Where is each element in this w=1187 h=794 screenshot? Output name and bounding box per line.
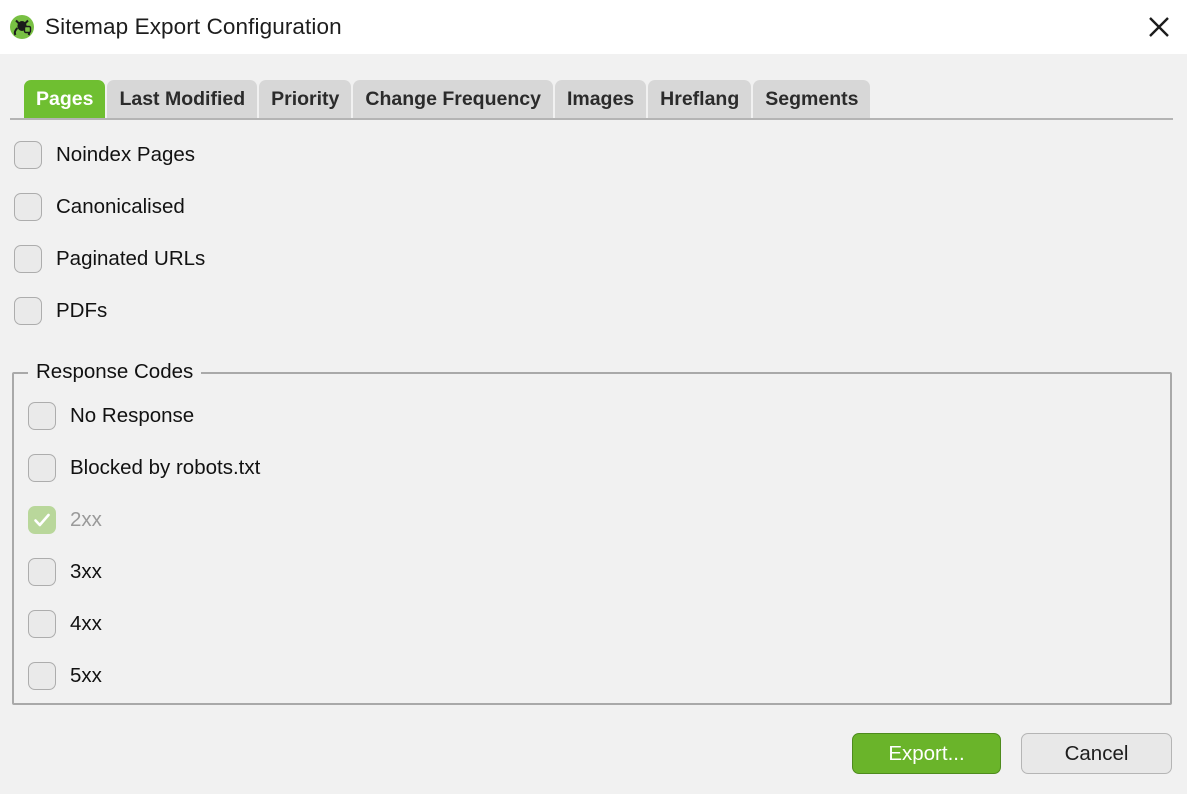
tab-change-frequency[interactable]: Change Frequency xyxy=(353,80,553,118)
tab-priority[interactable]: Priority xyxy=(259,80,352,118)
response-option-blocked-by-robots-txt-checkbox[interactable] xyxy=(28,454,56,482)
response-option-no-response-label: No Response xyxy=(70,404,195,427)
response-option-4xx-checkbox[interactable] xyxy=(28,610,56,638)
option-canonicalised[interactable]: Canonicalised xyxy=(14,193,185,221)
option-paginated-urls-label: Paginated URLs xyxy=(56,247,206,270)
response-option-4xx[interactable]: 4xx xyxy=(28,610,102,638)
tab-bar: Pages Last Modified Priority Change Frequen… xyxy=(10,78,1173,120)
tab-hreflang[interactable]: Hreflang xyxy=(648,80,752,118)
response-option-2xx-checkbox xyxy=(28,506,56,534)
response-option-3xx-label: 3xx xyxy=(70,560,102,583)
response-option-3xx-checkbox[interactable] xyxy=(28,558,56,586)
response-codes-title: Response Codes xyxy=(28,360,202,384)
option-pdfs[interactable]: PDFs xyxy=(14,297,107,325)
title-bar: Sitemap Export Configuration xyxy=(0,0,1187,54)
screaming-frog-logo-icon xyxy=(9,14,35,40)
response-option-no-response-checkbox[interactable] xyxy=(28,402,56,430)
cancel-button[interactable]: Cancel xyxy=(1021,733,1172,774)
option-canonicalised-checkbox[interactable] xyxy=(14,193,42,221)
response-option-3xx[interactable]: 3xx xyxy=(28,558,102,586)
response-option-blocked-by-robots-txt-label: Blocked by robots.txt xyxy=(70,456,261,479)
tab-pages[interactable]: Pages xyxy=(24,80,106,118)
option-pdfs-label: PDFs xyxy=(56,299,108,322)
dialog-footer xyxy=(0,710,1187,794)
pages-tab-panel: Noindex Pages Canonicalised Paginated URLs… xyxy=(0,120,1187,710)
export-button[interactable]: Export... xyxy=(852,733,1001,774)
close-icon[interactable] xyxy=(1131,0,1187,54)
tab-segments[interactable]: Segments xyxy=(753,80,871,118)
response-option-5xx[interactable]: 5xx xyxy=(28,662,102,690)
tab-last-modified[interactable]: Last Modified xyxy=(107,80,258,118)
option-paginated-urls-checkbox[interactable] xyxy=(14,245,42,273)
response-option-blocked-by-robots-txt[interactable]: Blocked by robots.txt xyxy=(28,454,260,482)
response-option-5xx-checkbox[interactable] xyxy=(28,662,56,690)
option-noindex-pages[interactable]: Noindex Pages xyxy=(14,141,195,169)
response-option-5xx-label: 5xx xyxy=(70,664,102,687)
response-option-no-response[interactable]: No Response xyxy=(28,402,194,430)
option-paginated-urls[interactable]: Paginated URLs xyxy=(14,245,205,273)
response-codes-groupbox: Response Codes No Response Blocked by rob… xyxy=(12,360,1172,705)
window-title: Sitemap Export Configuration xyxy=(45,14,342,39)
option-noindex-pages-label: Noindex Pages xyxy=(56,143,196,166)
option-pdfs-checkbox[interactable] xyxy=(14,297,42,325)
option-noindex-pages-checkbox[interactable] xyxy=(14,141,42,169)
tab-images[interactable]: Images xyxy=(554,80,647,118)
response-option-2xx: 2xx xyxy=(28,506,102,534)
response-option-2xx-label: 2xx xyxy=(70,508,102,531)
response-option-4xx-label: 4xx xyxy=(70,612,102,635)
option-canonicalised-label: Canonicalised xyxy=(56,195,185,218)
